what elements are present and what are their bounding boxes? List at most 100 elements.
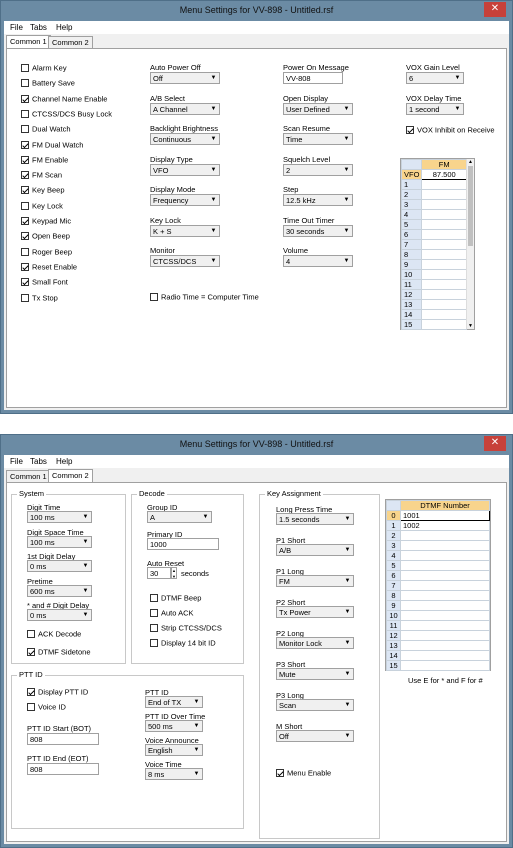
fm-frequency-cell[interactable] <box>421 179 467 190</box>
tab-common-1[interactable]: Common 1 <box>6 470 51 482</box>
chevron-down-icon[interactable]: ▼ <box>209 166 218 175</box>
chevron-down-icon[interactable]: ▼ <box>81 538 90 547</box>
checkbox-fm-dual-watch[interactable]: FM Dual Watch <box>21 140 83 150</box>
menu-tabs[interactable]: Tabs <box>30 23 47 32</box>
checkbox-display-ptt-id-box[interactable] <box>27 688 35 697</box>
ptt-id-start-input[interactable]: 808 <box>27 733 99 745</box>
dtmf-number-cell[interactable] <box>400 530 490 541</box>
chevron-down-icon[interactable]: ▼ <box>343 701 352 710</box>
select-p1-long[interactable]: FM ▼ <box>276 575 354 587</box>
checkbox-auto-ack[interactable]: Auto ACK <box>150 608 194 618</box>
fm-frequency-cell[interactable] <box>421 259 467 270</box>
chevron-down-icon[interactable]: ▼ <box>343 608 352 617</box>
select-vox-gain-level[interactable]: 6 ▼ <box>406 72 464 84</box>
select-step[interactable]: 12.5 kHz ▼ <box>283 194 353 206</box>
checkbox-dual-watch[interactable]: Dual Watch <box>21 124 71 134</box>
select-voice-time[interactable]: 8 ms ▼ <box>145 768 203 780</box>
select-p1-short[interactable]: A/B ▼ <box>276 544 354 556</box>
checkbox-keypad-mic-box[interactable] <box>21 217 29 226</box>
fm-frequency-cell[interactable] <box>421 219 467 230</box>
chevron-down-icon[interactable]: ▼ <box>81 611 90 620</box>
select-key-lock[interactable]: K + S ▼ <box>150 224 220 237</box>
chevron-down-icon[interactable]: ▼ <box>81 513 90 522</box>
fm-frequency-cell[interactable] <box>421 279 467 290</box>
fm-frequency-cell[interactable] <box>421 299 467 310</box>
checkbox-strip-ctcss-dcs-box[interactable] <box>150 624 158 633</box>
checkbox-voice-id[interactable]: Voice ID <box>27 702 66 712</box>
chevron-down-icon[interactable]: ▼ <box>342 135 351 144</box>
title-bar[interactable]: Menu Settings for VV-898 - Untitled.rsf … <box>1 435 512 455</box>
chevron-down-icon[interactable]: ▼ <box>81 562 90 571</box>
fm-frequency-cell[interactable]: 87.500 <box>421 169 467 180</box>
dtmf-number-cell[interactable] <box>400 650 490 661</box>
chevron-down-icon[interactable]: ▼ <box>81 587 90 596</box>
checkbox-auto-ack-box[interactable] <box>150 609 158 618</box>
checkbox-tx-stop-box[interactable] <box>21 293 29 302</box>
select-ptt-id[interactable]: End of TX ▼ <box>145 696 203 708</box>
select-p3-long[interactable]: Scan ▼ <box>276 699 354 711</box>
fm-frequency-cell[interactable] <box>421 229 467 240</box>
checkbox-menu-enable[interactable]: Menu Enable <box>276 768 331 778</box>
checkbox-display-14-bit-id[interactable]: Display 14 bit ID <box>150 638 216 648</box>
chevron-down-icon[interactable]: ▼ <box>343 577 352 586</box>
chevron-down-icon[interactable]: ▼ <box>453 74 462 83</box>
checkbox-vox-inhibit-on-receive-box[interactable] <box>406 126 414 135</box>
fm-frequency-cell[interactable] <box>421 289 467 300</box>
chevron-down-icon[interactable]: ▼ <box>343 546 352 555</box>
checkbox-tx-stop[interactable]: Tx Stop <box>21 293 58 303</box>
ptt-id-end-input[interactable]: 808 <box>27 763 99 775</box>
checkbox-alarm-key[interactable]: Alarm Key <box>21 63 67 73</box>
checkbox-channel-name-enable-box[interactable] <box>21 94 29 103</box>
chevron-down-icon[interactable]: ▼ <box>192 698 201 707</box>
checkbox-radio-time-computer-time-box[interactable] <box>150 293 158 302</box>
select-auto-power-off[interactable]: Off ▼ <box>150 72 220 84</box>
fm-frequency-cell[interactable] <box>421 199 467 210</box>
checkbox-reset-enable-box[interactable] <box>21 262 29 271</box>
select-squelch-level[interactable]: 2 ▼ <box>283 163 353 176</box>
checkbox-roger-beep-box[interactable] <box>21 247 29 256</box>
tab-common-2[interactable]: Common 2 <box>48 36 93 48</box>
select-voice-announce[interactable]: English ▼ <box>145 744 203 756</box>
fm-frequency-cell[interactable] <box>421 189 467 200</box>
checkbox-fm-enable[interactable]: FM Enable <box>21 155 68 165</box>
fm-frequency-cell[interactable] <box>421 269 467 280</box>
select-monitor[interactable]: CTCSS/DCS ▼ <box>150 255 220 267</box>
chevron-down-icon[interactable]: ▼ <box>342 196 351 205</box>
checkbox-fm-dual-watch-box[interactable] <box>21 140 29 149</box>
checkbox-voice-id-box[interactable] <box>27 703 35 712</box>
dtmf-number-cell[interactable] <box>400 630 490 641</box>
chevron-down-icon[interactable]: ▼ <box>192 770 201 779</box>
dtmf-number-cell[interactable]: 1002 <box>400 520 490 531</box>
select-display-type[interactable]: VFO ▼ <box>150 163 220 176</box>
checkbox-display-ptt-id[interactable]: Display PTT ID <box>27 687 88 697</box>
checkbox-display-14-bit-id-box[interactable] <box>150 639 158 648</box>
primary-id-input[interactable]: 1000 <box>147 538 219 550</box>
select-pretime[interactable]: 600 ms ▼ <box>27 584 92 597</box>
select--and-digit-delay[interactable]: 0 ms ▼ <box>27 609 92 621</box>
power-on-message-input[interactable]: VV-808 <box>283 72 343 84</box>
checkbox-vox-inhibit-on-receive[interactable]: VOX Inhibit on Receive <box>406 125 495 135</box>
menu-help[interactable]: Help <box>56 23 72 32</box>
chevron-down-icon[interactable]: ▼ <box>342 227 351 236</box>
select-digit-time[interactable]: 100 ms ▼ <box>27 511 92 523</box>
scroll-thumb[interactable] <box>468 166 473 246</box>
scroll-up-icon[interactable]: ▲ <box>467 159 474 165</box>
dtmf-number-grid[interactable]: DTMF Number 0 1001 1 1002 2 3 4 5 6 7 8 9 10 11 12 13 14 1… <box>385 499 491 671</box>
chevron-down-icon[interactable]: ▼ <box>343 732 352 741</box>
dtmf-number-cell[interactable] <box>400 660 490 671</box>
checkbox-open-beep[interactable]: Open Beep <box>21 231 70 241</box>
auto-reset-spinner[interactable]: 30 <box>147 567 171 579</box>
checkbox-keypad-mic[interactable]: Keypad Mic <box>21 216 71 226</box>
dtmf-number-cell[interactable] <box>400 550 490 561</box>
menu-tabs[interactable]: Tabs <box>30 457 47 466</box>
chevron-down-icon[interactable]: ▼ <box>209 257 218 266</box>
fm-frequency-cell[interactable] <box>421 249 467 260</box>
checkbox-radio-time-computer-time[interactable]: Radio Time = Computer Time <box>150 292 259 302</box>
checkbox-dtmf-sidetone-box[interactable] <box>27 648 35 657</box>
title-bar[interactable]: Menu Settings for VV-898 - Untitled.rsf … <box>1 1 512 21</box>
select-time-out-timer[interactable]: 30 seconds ▼ <box>283 224 353 237</box>
tab-common-2[interactable]: Common 2 <box>48 469 93 482</box>
chevron-down-icon[interactable]: ▼ <box>342 105 351 114</box>
select-p3-short[interactable]: Mute ▼ <box>276 668 354 680</box>
select-display-mode[interactable]: Frequency ▼ <box>150 194 220 206</box>
